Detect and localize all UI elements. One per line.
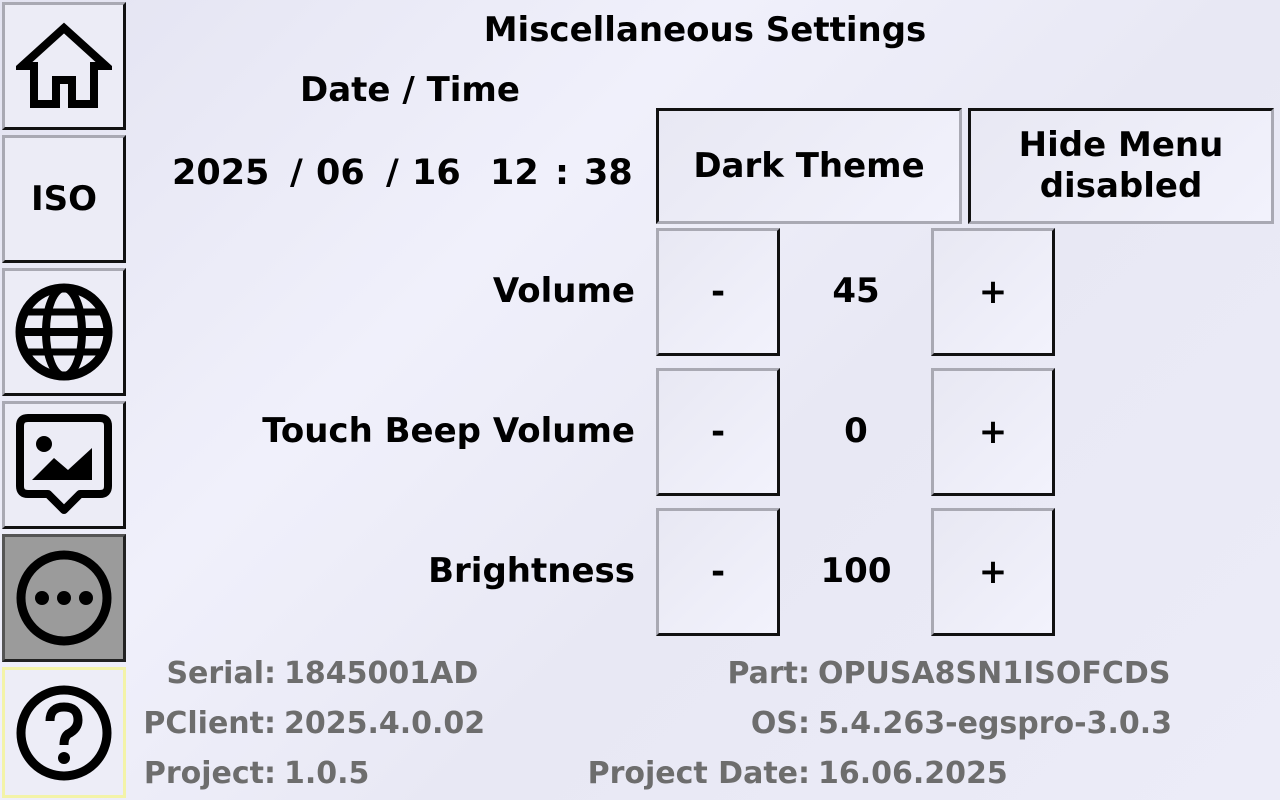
touch-beep-decrease-button[interactable]: - xyxy=(656,368,780,496)
part-value: OPUSA8SN1ISOFCDS xyxy=(818,656,1171,691)
touch-beep-volume-value: 0 xyxy=(844,411,868,451)
hour-value[interactable]: 12 xyxy=(490,153,539,193)
brightness-value: 100 xyxy=(820,551,892,591)
plus-label: + xyxy=(978,551,1008,592)
project-label: Project: xyxy=(143,756,276,791)
sidebar-item-language[interactable] xyxy=(2,268,126,396)
volume-decrease-button[interactable]: - xyxy=(656,228,780,356)
project-date-value: 16.06.2025 xyxy=(818,756,1008,791)
page-title: Miscellaneous Settings xyxy=(483,10,927,50)
os-value: 5.4.263-egspro-3.0.3 xyxy=(818,706,1173,741)
sidebar-item-more[interactable] xyxy=(2,534,126,662)
brightness-label: Brightness xyxy=(428,551,635,591)
year-value[interactable]: 2025 xyxy=(172,153,269,193)
datetime-label: Date / Time xyxy=(300,70,520,110)
sidebar-item-image[interactable] xyxy=(2,401,126,529)
minus-label: - xyxy=(710,551,726,592)
help-icon xyxy=(16,685,112,780)
minus-label: - xyxy=(710,271,726,312)
volume-label: Volume xyxy=(492,271,635,311)
pclient-label: PClient: xyxy=(143,706,276,741)
pclient-value: 2025.4.0.02 xyxy=(284,706,486,741)
brightness-decrease-button[interactable]: - xyxy=(656,508,780,636)
minute-value[interactable]: 38 xyxy=(584,153,633,193)
image-message-icon xyxy=(16,414,112,514)
project-date-label: Project Date: xyxy=(587,756,810,791)
globe-icon xyxy=(15,283,113,381)
time-separator: : xyxy=(555,153,569,193)
serial-value: 1845001AD xyxy=(284,656,479,691)
project-value: 1.0.5 xyxy=(284,756,370,791)
hide-menu-button[interactable]: Hide Menu disabled xyxy=(968,108,1274,224)
minus-label: - xyxy=(710,411,726,452)
date-separator: / xyxy=(290,153,303,193)
brightness-increase-button[interactable]: + xyxy=(931,508,1055,636)
hide-menu-label: Hide Menu xyxy=(1018,125,1224,165)
volume-increase-button[interactable]: + xyxy=(931,228,1055,356)
dark-theme-label: Dark Theme xyxy=(693,145,925,186)
touch-beep-volume-label: Touch Beep Volume xyxy=(262,411,635,451)
more-icon xyxy=(16,550,112,646)
volume-value: 45 xyxy=(832,271,880,311)
plus-label: + xyxy=(978,271,1008,312)
dark-theme-button[interactable]: Dark Theme xyxy=(656,108,962,224)
touch-beep-increase-button[interactable]: + xyxy=(931,368,1055,496)
os-label: OS: xyxy=(750,706,810,741)
date-separator: / xyxy=(386,153,399,193)
sidebar-item-iso-label: ISO xyxy=(30,179,98,219)
hide-menu-state: disabled xyxy=(1039,166,1203,206)
home-icon xyxy=(16,22,112,108)
sidebar-item-help[interactable] xyxy=(2,667,126,798)
part-label: Part: xyxy=(727,656,810,691)
plus-label: + xyxy=(978,411,1008,452)
sidebar-item-iso[interactable]: ISO xyxy=(2,135,126,263)
day-value[interactable]: 16 xyxy=(412,153,461,193)
serial-label: Serial: xyxy=(166,656,276,691)
sidebar-item-home[interactable] xyxy=(2,2,126,130)
month-value[interactable]: 06 xyxy=(316,153,365,193)
